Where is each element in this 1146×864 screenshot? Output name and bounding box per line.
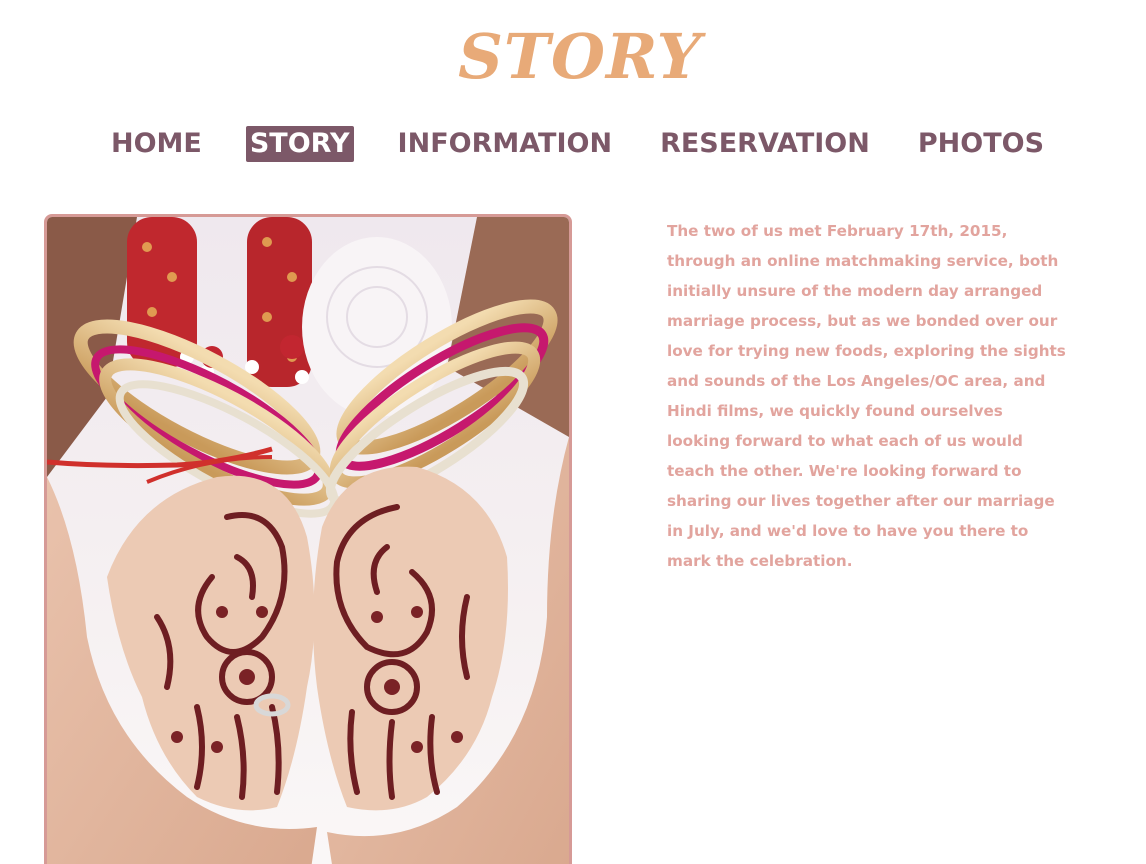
page: STORY HOME STORY INFORMATION RESERVATION… bbox=[0, 0, 1146, 864]
main-nav: HOME STORY INFORMATION RESERVATION PHOTO… bbox=[0, 126, 1146, 162]
nav-item-reservation[interactable]: RESERVATION bbox=[656, 126, 874, 162]
story-photo bbox=[44, 214, 572, 864]
story-paragraph: The two of us met February 17th, 2015, t… bbox=[667, 222, 1066, 570]
nav-item-information[interactable]: INFORMATION bbox=[394, 126, 617, 162]
nav-item-home[interactable]: HOME bbox=[107, 126, 206, 162]
nav-item-photos[interactable]: PHOTOS bbox=[914, 126, 1048, 162]
nav-item-story[interactable]: STORY bbox=[245, 126, 354, 162]
henna-hands-image bbox=[47, 217, 569, 864]
site-title: STORY bbox=[458, 20, 702, 93]
